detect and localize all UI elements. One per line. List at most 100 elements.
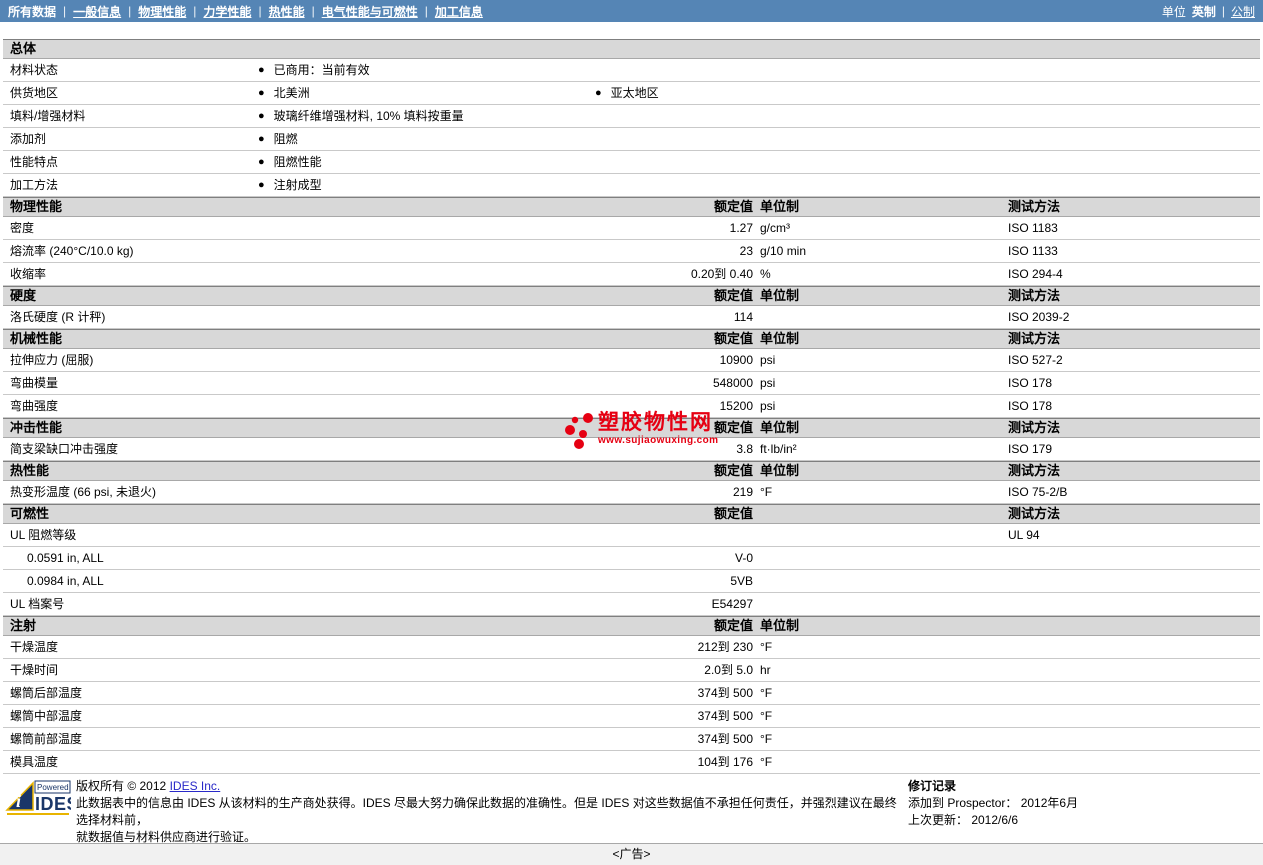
column-header-unit: 单位制: [760, 288, 800, 303]
section-title: 总体: [10, 41, 37, 56]
table-row: 拉伸应力 (屈服) 10900 psi ISO 527-2: [3, 349, 1260, 372]
property-value-item: ● 已商用：当前有效: [258, 59, 370, 82]
property-value: 2.0到 5.0: [704, 663, 753, 677]
property-value: 212到 230: [697, 640, 753, 654]
section-title: 物理性能: [10, 199, 63, 214]
svg-text:IDES: IDES: [35, 794, 71, 814]
table-row: 模具温度 104到 176 °F: [3, 751, 1260, 774]
bullet-icon: ●: [258, 87, 265, 99]
property-test-method: ISO 527-2: [1008, 353, 1063, 367]
bullet-icon: ●: [258, 133, 265, 145]
property-label: 0.0984 in, ALL: [27, 574, 104, 588]
property-unit: °F: [760, 485, 773, 499]
property-label: 密度: [10, 221, 35, 235]
ides-inc-link[interactable]: IDES Inc.: [170, 779, 221, 793]
nav-separator: |: [311, 4, 315, 18]
property-unit: ft·lb/in²: [760, 442, 797, 456]
section-title: 注射: [10, 618, 37, 633]
copyright-text: 版权所有 © 2012: [76, 779, 167, 793]
property-label: UL 阻燃等级: [10, 528, 77, 542]
unit-options: 英制 | 公制: [1192, 3, 1255, 20]
column-header-value: 额定值: [713, 199, 753, 214]
property-unit: g/10 min: [760, 244, 807, 258]
table-row: 熔流率 (240°C/10.0 kg) 23 g/10 min ISO 1133: [3, 240, 1260, 263]
table-row: 简支梁缺口冲击强度 3.8 ft·lb/in² ISO 179: [3, 438, 1260, 461]
property-unit: g/cm³: [760, 221, 790, 235]
property-unit: °F: [760, 755, 773, 769]
table-row: 供货地区 ● 北美洲 ● 亚太地区: [3, 82, 1260, 105]
column-header-value: 额定值: [713, 618, 753, 633]
column-header-method: 测试方法: [1008, 420, 1061, 435]
nav-item-3[interactable]: 物理性能: [138, 3, 186, 20]
property-label: 供货地区: [10, 86, 59, 100]
datasheet-table: 总体 材料状态 ● 已商用：当前有效 供货地区 ● 北美洲 ● 亚太地区 填料/增强材料 ● 玻璃纤维…: [3, 39, 1260, 774]
property-label: 模具温度: [10, 755, 59, 769]
property-value: 548000: [712, 376, 753, 390]
unit-option-2[interactable]: 公制: [1231, 3, 1255, 20]
property-label: 材料状态: [10, 63, 59, 77]
revision-row-added: 添加到 Prospector： 2012年6月: [908, 796, 1079, 810]
column-header-unit: 单位制: [760, 463, 800, 478]
property-label: 拉伸应力 (屈服): [10, 353, 94, 367]
nav-item-7[interactable]: 加工信息: [435, 3, 483, 20]
bullet-icon: ●: [595, 87, 602, 99]
property-label: 干燥时间: [10, 663, 59, 677]
column-header-method: 测试方法: [1008, 288, 1061, 303]
section-title: 冲击性能: [10, 420, 63, 435]
section-header-section-1: 物理性能 额定值 单位制 测试方法: [3, 197, 1260, 217]
table-row: UL 档案号 E54297: [3, 593, 1260, 616]
property-label: 加工方法: [10, 178, 59, 192]
section-title: 硬度: [10, 288, 37, 303]
table-row: 弯曲模量 548000 psi ISO 178: [3, 372, 1260, 395]
property-unit: psi: [760, 399, 776, 413]
section-header-section-5: 热性能 额定值 单位制 测试方法: [3, 461, 1260, 481]
property-value: 10900: [719, 353, 753, 367]
property-test-method: ISO 294-4: [1008, 267, 1063, 281]
property-value: 3.8: [736, 442, 753, 456]
table-row: 性能特点 ● 阻燃性能: [3, 151, 1260, 174]
unit-option-1[interactable]: 英制: [1192, 3, 1216, 20]
ides-logo-icon: i Powered by IDES: [5, 780, 71, 815]
property-value: 23: [739, 244, 753, 258]
table-row: UL 阻燃等级 UL 94: [3, 524, 1260, 547]
table-row: 加工方法 ● 注射成型: [3, 174, 1260, 197]
property-label: 简支梁缺口冲击强度: [10, 442, 119, 456]
table-row: 填料/增强材料 ● 玻璃纤维增强材料, 10% 填料按重量: [3, 105, 1260, 128]
column-header-method: 测试方法: [1008, 506, 1061, 521]
property-value: 374到 500: [697, 709, 753, 723]
copyright-block: 版权所有 © 2012 IDES Inc. 此数据表中的信息由 IDES 从该材…: [76, 778, 908, 846]
property-value-item: ● 阻燃性能: [258, 151, 322, 174]
bullet-icon: ●: [258, 110, 265, 122]
nav-separator: |: [258, 4, 262, 18]
table-row: 材料状态 ● 已商用：当前有效: [3, 59, 1260, 82]
property-test-method: ISO 1183: [1008, 221, 1058, 235]
section-header-section-7: 注射 额定值 单位制: [3, 616, 1260, 636]
table-row: 0.0591 in, ALL V-0: [3, 547, 1260, 570]
property-value: 15200: [719, 399, 753, 413]
ad-bar: <广告>: [0, 843, 1263, 865]
property-value: 0.20到 0.40: [690, 267, 753, 281]
bullet-icon: ●: [258, 179, 265, 191]
table-row: 收缩率 0.20到 0.40% ISO 294-4: [3, 263, 1260, 286]
revision-row-updated: 上次更新： 2012/6/6: [908, 813, 1019, 827]
column-header-value: 额定值: [713, 506, 753, 521]
property-value-text: 阻燃: [273, 132, 298, 146]
top-navbar: 所有数据 | 一般信息 | 物理性能 | 力学性能 | 热性能 | 电气性能与可燃性 | 加工信息 单位…: [0, 0, 1263, 22]
property-unit: °F: [760, 709, 773, 723]
property-value: 5VB: [730, 574, 753, 588]
disclaimer-line-1: 此数据表中的信息由 IDES 从该材料的生产商处获得。IDES 尽最大努力确保此…: [76, 796, 897, 827]
property-value-item: ● 阻燃: [258, 128, 298, 151]
property-unit: hr: [760, 663, 771, 677]
bullet-icon: ●: [258, 156, 265, 168]
nav-item-5[interactable]: 热性能: [269, 3, 305, 20]
property-value-text: 北美洲: [273, 86, 310, 100]
nav-item-6[interactable]: 电气性能与可燃性: [322, 3, 418, 20]
column-header-value: 额定值: [713, 331, 753, 346]
nav-item-2[interactable]: 一般信息: [73, 3, 121, 20]
column-header-value: 额定值: [713, 288, 753, 303]
nav-item-1[interactable]: 所有数据: [8, 3, 56, 20]
property-label: 收缩率: [10, 267, 47, 281]
property-label: UL 档案号: [10, 597, 65, 611]
nav-item-4[interactable]: 力学性能: [203, 3, 251, 20]
column-header-value: 额定值: [713, 463, 753, 478]
